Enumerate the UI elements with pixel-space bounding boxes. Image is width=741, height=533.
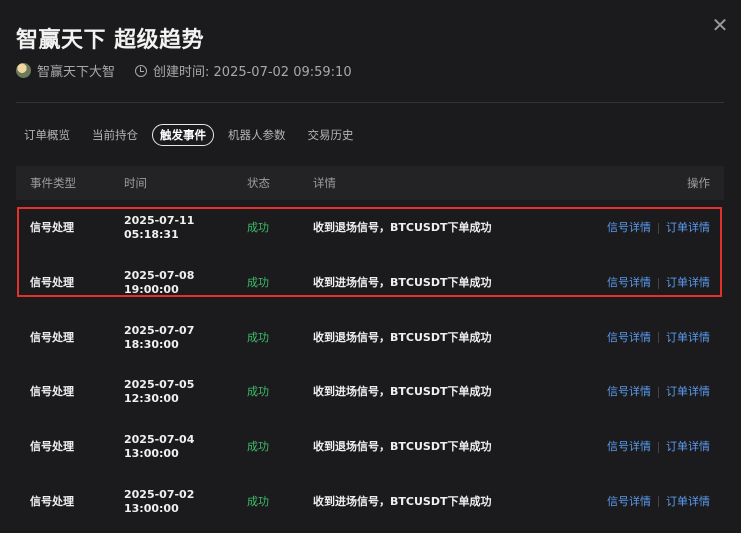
tab-trigger-events[interactable]: 触发事件 [152, 124, 214, 146]
action-separator [658, 277, 659, 289]
close-icon[interactable]: ✕ [709, 14, 731, 36]
event-time: 2025-07-11 05:18:31 [124, 212, 247, 242]
table-row: 信号处理 2025-07-04 13:00:00 成功 收到退场信号，BTCUSD… [16, 419, 724, 474]
table-row: 信号处理 2025-07-02 13:00:00 成功 收到进场信号，BTCUSD… [16, 473, 724, 528]
event-clock: 12:30:00 [124, 392, 179, 406]
column-header: 操作 [687, 176, 710, 190]
status-badge: 成功 [247, 276, 269, 290]
event-clock: 19:00:00 [124, 283, 179, 297]
tab-bar: 订单概览 当前持仓 触发事件 机器人参数 交易历史 [16, 124, 368, 146]
event-time: 2025-07-05 12:30:00 [124, 376, 247, 406]
event-date: 2025-07-05 [124, 378, 195, 392]
tab-current-position[interactable]: 当前持仓 [84, 124, 146, 146]
author-name: 智赢天下大智 [37, 65, 116, 80]
table-row: 信号处理 2025-07-11 05:18:31 成功 收到退场信号，BTCUSD… [16, 200, 724, 255]
event-type: 信号处理 [30, 440, 74, 454]
action-separator [658, 222, 659, 234]
page-title: 智赢天下 超级趋势 [16, 28, 205, 53]
event-type: 信号处理 [30, 276, 74, 290]
table-row: 信号处理 2025-07-05 12:30:00 成功 收到进场信号，BTCUSD… [16, 364, 724, 419]
event-date: 2025-07-08 [124, 269, 195, 283]
row-actions: 信号详情 订单详情 [594, 274, 724, 290]
order-detail-link[interactable]: 订单详情 [666, 221, 710, 234]
order-detail-link[interactable]: 订单详情 [666, 276, 710, 289]
status-badge: 成功 [247, 494, 269, 508]
event-detail: 收到进场信号，BTCUSDT下单成功 [313, 276, 492, 290]
event-detail: 收到进场信号，BTCUSDT下单成功 [313, 494, 492, 508]
table-header: 事件类型 时间 状态 详情 操作 [16, 166, 724, 200]
row-actions: 信号详情 订单详情 [594, 493, 724, 509]
event-detail: 收到退场信号，BTCUSDT下单成功 [313, 221, 492, 235]
column-header: 详情 [313, 176, 336, 190]
tab-robot-params[interactable]: 机器人参数 [220, 124, 294, 146]
status-badge: 成功 [247, 440, 269, 454]
action-separator [658, 441, 659, 453]
action-separator [658, 332, 659, 344]
action-separator [658, 496, 659, 508]
event-detail: 收到进场信号，BTCUSDT下单成功 [313, 385, 492, 399]
column-header: 状态 [247, 176, 270, 190]
column-header: 事件类型 [30, 176, 76, 190]
column-header: 时间 [124, 176, 147, 190]
signal-detail-link[interactable]: 信号详情 [607, 221, 651, 234]
tab-order-overview[interactable]: 订单概览 [16, 124, 78, 146]
event-clock: 13:00:00 [124, 501, 179, 515]
table-row: 信号处理 2025-07-08 19:00:00 成功 收到进场信号，BTCUSD… [16, 255, 724, 310]
clock-icon [135, 64, 148, 77]
event-type: 信号处理 [30, 385, 74, 399]
action-separator [658, 386, 659, 398]
signal-detail-link[interactable]: 信号详情 [607, 385, 651, 398]
meta-info: 智赢天下大智 创建时间: 2025-07-02 09:59:10 [16, 61, 352, 80]
event-time: 2025-07-02 13:00:00 [124, 486, 247, 516]
event-type: 信号处理 [30, 330, 74, 344]
signal-detail-link[interactable]: 信号详情 [607, 440, 651, 453]
order-detail-link[interactable]: 订单详情 [666, 331, 710, 344]
avatar [16, 63, 31, 78]
event-time: 2025-07-08 19:00:00 [124, 267, 247, 297]
event-date: 2025-07-07 [124, 323, 195, 337]
event-date: 2025-07-02 [124, 487, 195, 501]
signal-detail-link[interactable]: 信号详情 [607, 331, 651, 344]
event-type: 信号处理 [30, 221, 74, 235]
event-time: 2025-07-04 13:00:00 [124, 431, 247, 461]
row-actions: 信号详情 订单详情 [594, 438, 724, 454]
status-badge: 成功 [247, 221, 269, 235]
events-table: 事件类型 时间 状态 详情 操作 信号处理 2025-07-11 05:18:31… [16, 166, 724, 528]
created-time: 创建时间: 2025-07-02 09:59:10 [153, 65, 352, 80]
event-date: 2025-07-04 [124, 433, 195, 447]
signal-detail-link[interactable]: 信号详情 [607, 495, 651, 508]
event-type: 信号处理 [30, 494, 74, 508]
table-row: 信号处理 2025-07-07 18:30:00 成功 收到退场信号，BTCUSD… [16, 309, 724, 364]
status-badge: 成功 [247, 330, 269, 344]
event-detail: 收到退场信号，BTCUSDT下单成功 [313, 440, 492, 454]
status-badge: 成功 [247, 385, 269, 399]
row-actions: 信号详情 订单详情 [594, 219, 724, 235]
signal-detail-link[interactable]: 信号详情 [607, 276, 651, 289]
event-clock: 18:30:00 [124, 337, 179, 351]
event-time: 2025-07-07 18:30:00 [124, 322, 247, 352]
event-detail: 收到退场信号，BTCUSDT下单成功 [313, 330, 492, 344]
row-actions: 信号详情 订单详情 [594, 329, 724, 345]
event-date: 2025-07-11 [124, 214, 195, 228]
order-detail-link[interactable]: 订单详情 [666, 440, 710, 453]
row-actions: 信号详情 订单详情 [594, 383, 724, 399]
event-clock: 05:18:31 [124, 228, 179, 242]
order-detail-link[interactable]: 订单详情 [666, 495, 710, 508]
divider [16, 102, 724, 103]
tab-trade-history[interactable]: 交易历史 [300, 124, 362, 146]
event-clock: 13:00:00 [124, 447, 179, 461]
order-detail-link[interactable]: 订单详情 [666, 385, 710, 398]
